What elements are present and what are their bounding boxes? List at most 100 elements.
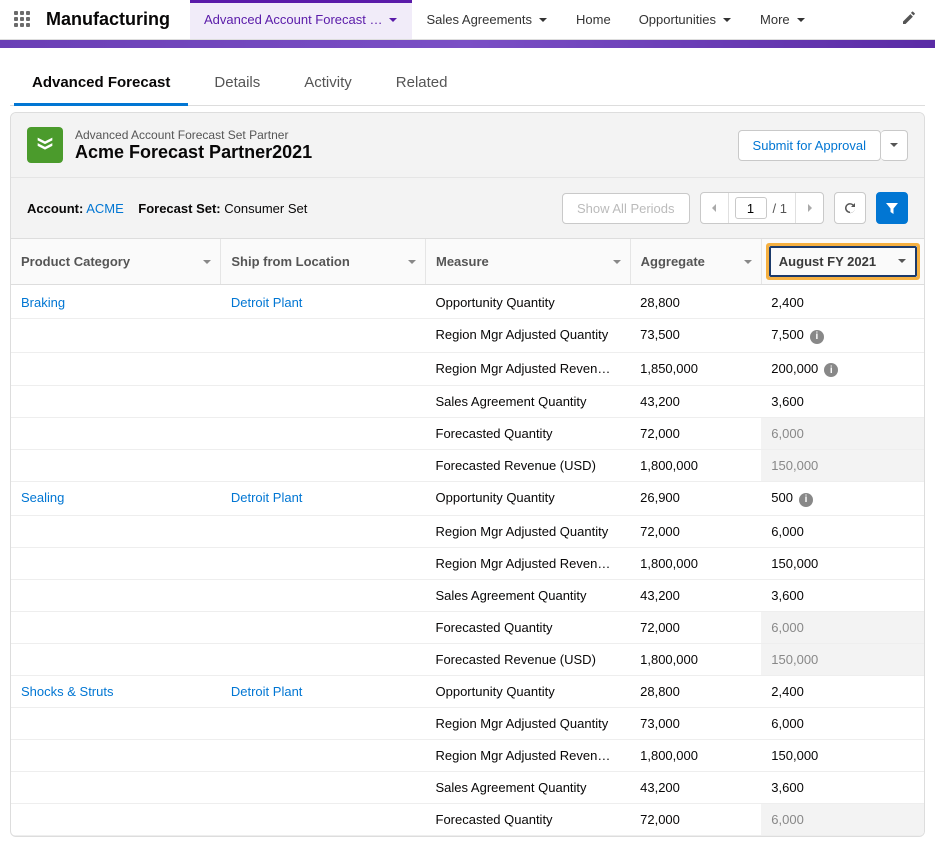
aggregate-cell: 28,800 <box>630 675 761 707</box>
ship-location-link[interactable]: Detroit Plant <box>231 684 303 699</box>
period-cell: 6,000 <box>761 418 924 450</box>
aggregate-cell: 1,800,000 <box>630 643 761 675</box>
measure-cell: Forecasted Quantity <box>426 418 631 450</box>
record-title: Acme Forecast Partner2021 <box>75 142 738 163</box>
forecast-icon <box>27 127 63 163</box>
info-icon[interactable]: i <box>824 363 838 377</box>
refresh-button[interactable] <box>834 192 866 224</box>
aggregate-cell: 43,200 <box>630 579 761 611</box>
nav-tab[interactable]: Advanced Account Forecast … <box>190 0 412 39</box>
nav-tab[interactable]: Opportunities <box>625 0 746 39</box>
aggregate-cell: 1,850,000 <box>630 352 761 386</box>
measure-cell: Region Mgr Adjusted Quantity <box>426 707 631 739</box>
table-row: Region Mgr Adjusted Reven…1,800,000150,0… <box>11 547 924 579</box>
filter-button[interactable] <box>876 192 908 224</box>
aggregate-cell: 43,200 <box>630 771 761 803</box>
app-name: Manufacturing <box>46 9 170 30</box>
period-cell: 3,600 <box>761 579 924 611</box>
period-cell: 6,000 <box>761 611 924 643</box>
info-icon[interactable]: i <box>799 493 813 507</box>
col-product-category[interactable]: Product Category <box>11 239 221 285</box>
period-cell: 7,500i <box>761 319 924 353</box>
category-link[interactable]: Braking <box>21 295 65 310</box>
aggregate-cell: 72,000 <box>630 515 761 547</box>
table-row: Region Mgr Adjusted Reven…1,850,000200,0… <box>11 352 924 386</box>
pager: / 1 <box>700 192 824 224</box>
measure-cell: Forecasted Revenue (USD) <box>426 643 631 675</box>
chevron-down-icon <box>889 138 899 153</box>
table-row: Forecasted Quantity72,0006,000 <box>11 611 924 643</box>
measure-cell: Region Mgr Adjusted Reven… <box>426 547 631 579</box>
nav-tab[interactable]: More <box>746 0 820 39</box>
subtab[interactable]: Activity <box>282 60 374 105</box>
filter-bar: Account: ACME Forecast Set: Consumer Set… <box>11 177 924 238</box>
period-cell: 2,400 <box>761 675 924 707</box>
table-row: Region Mgr Adjusted Quantity73,0006,000 <box>11 707 924 739</box>
record-subtabs: Advanced ForecastDetailsActivityRelated <box>10 60 925 106</box>
category-link[interactable]: Sealing <box>21 490 64 505</box>
nav-tab[interactable]: Home <box>562 0 625 39</box>
category-link[interactable]: Shocks & Struts <box>21 684 113 699</box>
aggregate-cell: 1,800,000 <box>630 739 761 771</box>
measure-cell: Opportunity Quantity <box>426 675 631 707</box>
aggregate-cell: 72,000 <box>630 611 761 643</box>
col-ship-location[interactable]: Ship from Location <box>221 239 426 285</box>
table-row: BrakingDetroit PlantOpportunity Quantity… <box>11 285 924 319</box>
more-actions-button[interactable] <box>881 130 908 161</box>
pager-input[interactable] <box>735 197 767 219</box>
ship-location-link[interactable]: Detroit Plant <box>231 295 303 310</box>
chevron-down-icon <box>722 15 732 25</box>
period-cell: 500i <box>761 482 924 516</box>
chevron-down-icon <box>202 257 212 267</box>
header-actions: Submit for Approval <box>738 130 908 161</box>
edit-nav-icon[interactable] <box>901 10 917 29</box>
col-aggregate[interactable]: Aggregate <box>630 239 761 285</box>
chevron-down-icon <box>796 15 806 25</box>
aggregate-cell: 26,900 <box>630 482 761 516</box>
measure-cell: Forecasted Revenue (USD) <box>426 450 631 482</box>
period-cell: 3,600 <box>761 771 924 803</box>
measure-cell: Sales Agreement Quantity <box>426 579 631 611</box>
show-all-periods-button[interactable]: Show All Periods <box>562 193 690 224</box>
chevron-down-icon <box>897 254 907 269</box>
chevron-down-icon <box>743 257 753 267</box>
measure-cell: Region Mgr Adjusted Quantity <box>426 319 631 353</box>
global-nav: Manufacturing Advanced Account Forecast … <box>0 0 935 40</box>
period-cell: 150,000 <box>761 450 924 482</box>
pager-next-button[interactable] <box>795 193 823 223</box>
table-row: SealingDetroit PlantOpportunity Quantity… <box>11 482 924 516</box>
table-row: Forecasted Quantity72,0006,000 <box>11 803 924 835</box>
table-row: Forecasted Quantity72,0006,000 <box>11 418 924 450</box>
aggregate-cell: 1,800,000 <box>630 547 761 579</box>
chevron-down-icon <box>407 257 417 267</box>
subtab[interactable]: Details <box>192 60 282 105</box>
period-cell: 150,000 <box>761 643 924 675</box>
measure-cell: Region Mgr Adjusted Quantity <box>426 515 631 547</box>
table-row: Region Mgr Adjusted Reven…1,800,000150,0… <box>11 739 924 771</box>
measure-cell: Sales Agreement Quantity <box>426 386 631 418</box>
period-cell: 200,000i <box>761 352 924 386</box>
table-row: Region Mgr Adjusted Quantity73,5007,500i <box>11 319 924 353</box>
info-icon[interactable]: i <box>810 330 824 344</box>
app-launcher-icon[interactable] <box>14 11 32 29</box>
account-filter: Account: ACME Forecast Set: Consumer Set <box>27 201 307 216</box>
table-row: Forecasted Revenue (USD)1,800,000150,000 <box>11 643 924 675</box>
subtab[interactable]: Related <box>374 60 470 105</box>
pager-total: / 1 <box>773 201 795 216</box>
measure-cell: Forecasted Quantity <box>426 611 631 643</box>
table-row: Shocks & Struts Detroit Plant Opportunity … <box>11 675 924 707</box>
pager-prev-button[interactable] <box>701 193 729 223</box>
forecast-card: Advanced Account Forecast Set Partner Ac… <box>10 112 925 837</box>
subtab[interactable]: Advanced Forecast <box>10 60 192 105</box>
aggregate-cell: 72,000 <box>630 803 761 835</box>
col-measure[interactable]: Measure <box>426 239 631 285</box>
col-period[interactable]: August FY 2021 <box>761 239 924 285</box>
submit-approval-button[interactable]: Submit for Approval <box>738 130 881 161</box>
aggregate-cell: 1,800,000 <box>630 450 761 482</box>
table-row: Forecasted Revenue (USD)1,800,000150,000 <box>11 450 924 482</box>
ship-location-link[interactable]: Detroit Plant <box>231 490 303 505</box>
forecast-table: Product Category Ship from Location Meas… <box>11 238 924 836</box>
table-row: Region Mgr Adjusted Quantity72,0006,000 <box>11 515 924 547</box>
account-link[interactable]: ACME <box>86 201 124 216</box>
nav-tab[interactable]: Sales Agreements <box>412 0 562 39</box>
